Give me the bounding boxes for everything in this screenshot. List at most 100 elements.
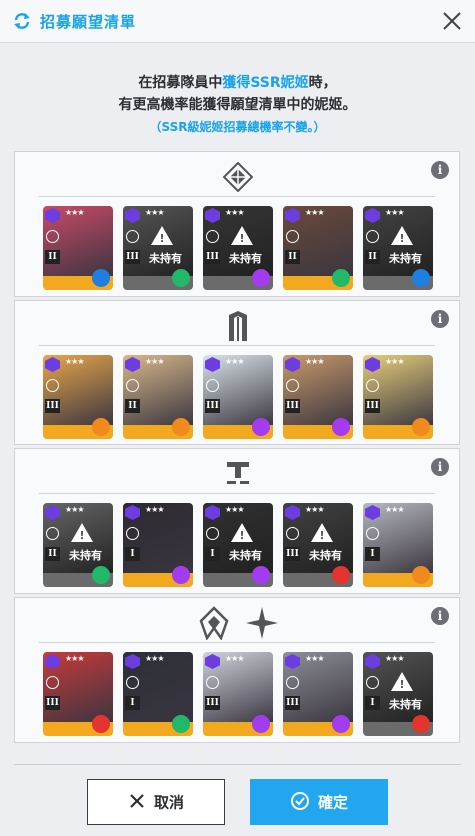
burst-badge: III: [205, 399, 220, 413]
manufacturer-section-missilis: i ★★★ III ★★★ II ★★★ III ★★★ III ★★★ III: [14, 300, 460, 445]
nikke-card[interactable]: ★★★ I: [363, 503, 433, 587]
cancel-label: 取消: [153, 793, 184, 812]
burst-badge: I: [125, 547, 140, 561]
burst-badge: I: [365, 547, 380, 561]
iron-element-icon: [412, 566, 430, 584]
burst-badge: III: [45, 696, 60, 710]
nikke-card[interactable]: ★★★ III: [43, 652, 113, 736]
description-line-1: 在招募隊員中獲得SSR妮姬時，: [138, 75, 337, 91]
section-divider: [39, 493, 435, 494]
water-element-icon: [412, 269, 430, 287]
class-icon: [286, 379, 299, 392]
nikke-card[interactable]: ★★★ II: [43, 206, 113, 290]
wind-element-icon: [92, 566, 110, 584]
burst-badge: II: [125, 399, 140, 413]
burst-badge: III: [125, 250, 140, 264]
star-rating-icon: ★★★: [385, 654, 404, 663]
close-icon: [130, 794, 144, 808]
abnormal-star-icon: [246, 607, 278, 639]
star-rating-icon: ★★★: [65, 654, 84, 663]
nikke-card[interactable]: ★★★ III: [203, 355, 273, 439]
close-icon[interactable]: [439, 8, 465, 34]
card-row: ★★★ II ★★★ III! 未持有 ★★★ III! 未持有 ★★★ II ★★★ II! 未持有: [43, 206, 435, 290]
class-icon: [126, 527, 139, 540]
star-rating-icon: ★★★: [65, 208, 84, 217]
nikke-card[interactable]: ★★★ I: [123, 503, 193, 587]
fire-element-icon: [332, 566, 350, 584]
dialog-header: 招募願望清單: [0, 0, 475, 43]
warning-mark: !: [239, 529, 245, 542]
star-rating-icon: ★★★: [305, 208, 324, 217]
nikke-card[interactable]: ★★★ III! 未持有: [283, 503, 353, 587]
card-row: ★★★ II! 未持有 ★★★ I ★★★ I! 未持有 ★★★ III! 未持有 ★★★ I: [43, 503, 435, 587]
class-icon: [206, 676, 219, 689]
nikke-card[interactable]: ★★★ II: [283, 206, 353, 290]
iron-element-icon: [172, 418, 190, 436]
warning-mark: !: [319, 529, 325, 542]
confirm-button[interactable]: 確定: [250, 779, 388, 825]
section-divider: [39, 642, 435, 643]
nikke-card[interactable]: ★★★ III: [203, 652, 273, 736]
nikke-card[interactable]: ★★★ II! 未持有: [43, 503, 113, 587]
unowned-label: 未持有: [309, 549, 342, 562]
nikke-card[interactable]: ★★★ III: [43, 355, 113, 439]
manufacturer-section-pilgrim: i ★★★ III ★★★ I ★★★ III ★★★ III ★★★ I! 未持有: [14, 597, 460, 743]
electric-element-icon: [332, 715, 350, 733]
unowned-label: 未持有: [389, 698, 422, 711]
burst-badge: I: [125, 696, 140, 710]
nikke-card[interactable]: ★★★ II: [123, 355, 193, 439]
electric-element-icon: [252, 566, 270, 584]
nikke-card[interactable]: ★★★ III: [283, 652, 353, 736]
unowned-label: 未持有: [389, 252, 422, 265]
burst-badge: III: [205, 250, 220, 264]
star-rating-icon: ★★★: [145, 208, 164, 217]
card-row: ★★★ III ★★★ I ★★★ III ★★★ III ★★★ I! 未持有: [43, 652, 435, 736]
missilis-m-icon: [229, 311, 247, 341]
info-icon[interactable]: i: [431, 607, 449, 625]
burst-badge: III: [365, 399, 380, 413]
star-rating-icon: ★★★: [225, 208, 244, 217]
cancel-button[interactable]: 取消: [87, 779, 225, 825]
wind-element-icon: [172, 715, 190, 733]
electric-element-icon: [332, 418, 350, 436]
wind-element-icon: [172, 269, 190, 287]
nikke-card[interactable]: ★★★ III: [363, 355, 433, 439]
star-rating-icon: ★★★: [65, 505, 84, 514]
burst-badge: III: [205, 696, 220, 710]
tetra-t-icon: [227, 462, 249, 484]
class-icon: [46, 379, 59, 392]
burst-badge: III: [285, 696, 300, 710]
info-icon[interactable]: i: [431, 161, 449, 179]
burst-badge: III: [285, 399, 300, 413]
nikke-card[interactable]: ★★★ III! 未持有: [123, 206, 193, 290]
electric-element-icon: [252, 715, 270, 733]
nikke-card[interactable]: ★★★ I: [123, 652, 193, 736]
star-rating-icon: ★★★: [305, 654, 324, 663]
dialog-title: 招募願望清單: [40, 13, 137, 31]
elysion-diamond-icon: [223, 162, 253, 192]
manufacturer-section-elysion: i ★★★ II ★★★ III! 未持有 ★★★ III! 未持有 ★★★ II ★★★ II! 未持…: [14, 151, 460, 297]
wishlist-dialog: 招募願望清單 在招募隊員中獲得SSR妮姬時， 有更高機率能獲得願望清單中的妮姬。…: [0, 0, 475, 836]
check-circle-icon: [290, 792, 309, 810]
info-icon[interactable]: i: [431, 458, 449, 476]
info-icon[interactable]: i: [431, 310, 449, 328]
burst-badge: I: [365, 696, 380, 710]
class-icon: [286, 527, 299, 540]
electric-element-icon: [172, 566, 190, 584]
iron-element-icon: [92, 418, 110, 436]
unowned-label: 未持有: [149, 252, 182, 265]
nikke-card[interactable]: ★★★ II! 未持有: [363, 206, 433, 290]
water-element-icon: [92, 269, 110, 287]
nikke-card[interactable]: ★★★ I! 未持有: [203, 503, 273, 587]
electric-element-icon: [252, 269, 270, 287]
nikke-card[interactable]: ★★★ I! 未持有: [363, 652, 433, 736]
nikke-card[interactable]: ★★★ III! 未持有: [203, 206, 273, 290]
unowned-label: 未持有: [69, 549, 102, 562]
burst-badge: III: [45, 399, 60, 413]
nikke-card[interactable]: ★★★ III: [283, 355, 353, 439]
star-rating-icon: ★★★: [225, 654, 244, 663]
star-rating-icon: ★★★: [65, 357, 84, 366]
class-icon: [126, 230, 139, 243]
card-row: ★★★ III ★★★ II ★★★ III ★★★ III ★★★ III: [43, 355, 435, 439]
class-icon: [366, 527, 379, 540]
